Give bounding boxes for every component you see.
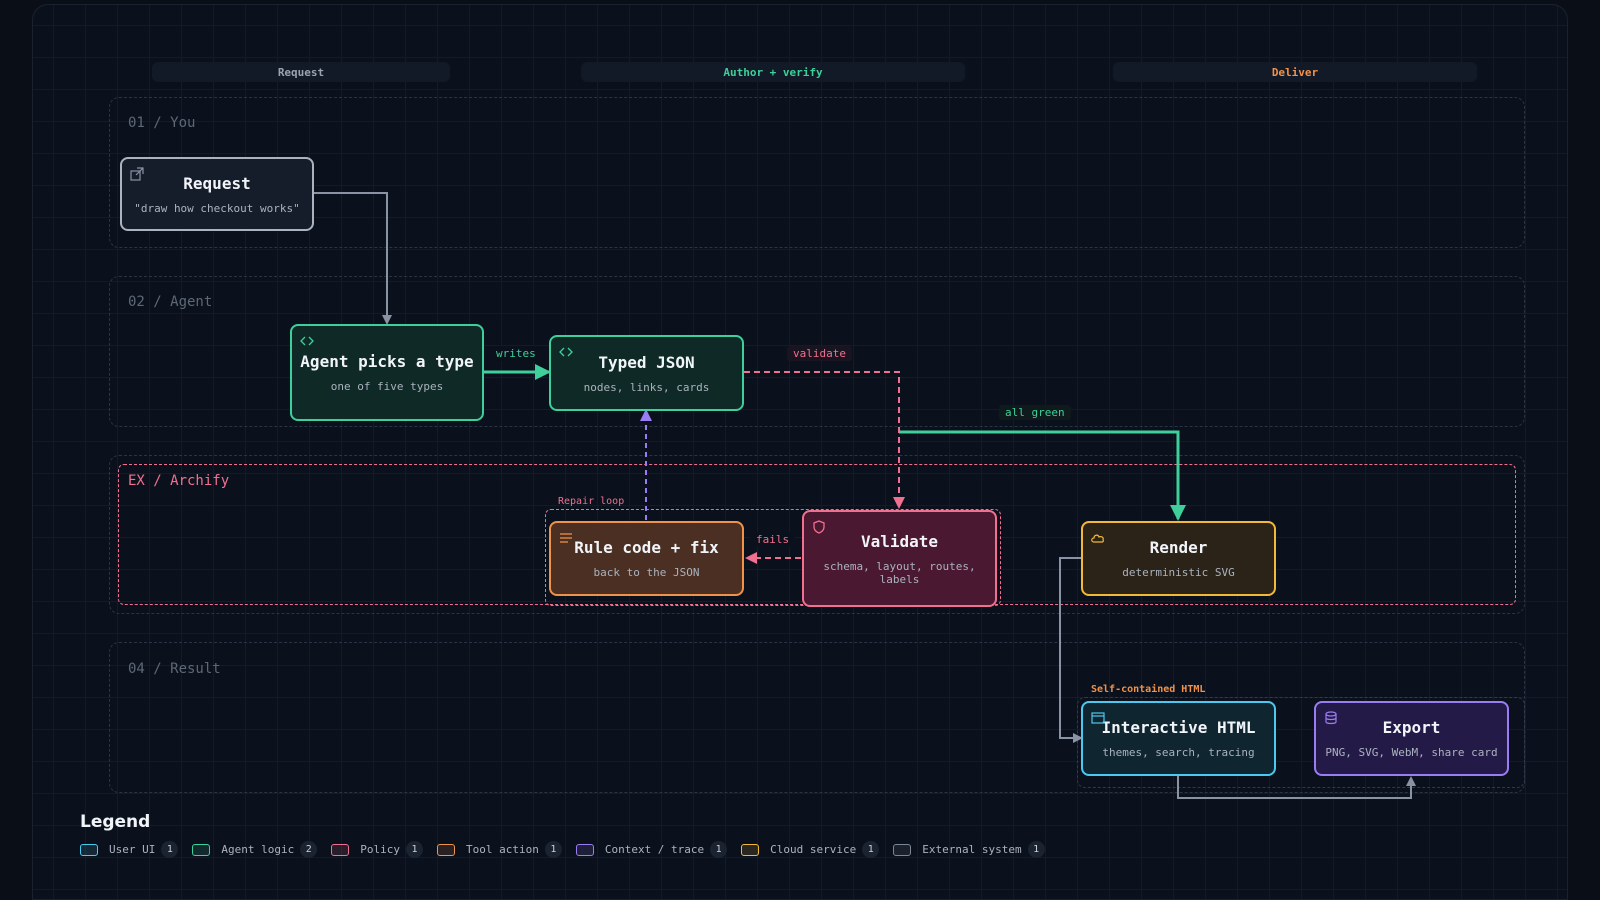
node-rule-subtitle: back to the JSON	[593, 566, 700, 579]
legend-label: Policy	[360, 843, 400, 856]
legend: User UI 1 Agent logic 2 Policy 1 Tool action 1 C…	[80, 841, 1059, 858]
legend-swatch	[893, 843, 912, 856]
node-render-title: Render	[1149, 538, 1208, 557]
edge-label-all-green: all green	[999, 405, 1071, 420]
node-interactive-html[interactable]: Interactive HTML themes, search, tracing	[1081, 701, 1276, 776]
node-validate-title: Validate	[860, 531, 939, 551]
node-render-subtitle: deterministic SVG	[1122, 566, 1235, 579]
node-request[interactable]: Request "draw how checkout works"	[120, 157, 314, 231]
legend-item: Policy 1	[331, 841, 423, 858]
node-rule-code-fix[interactable]: Rule code + fix back to the JSON	[549, 521, 744, 596]
legend-swatch	[331, 843, 350, 856]
legend-item: Context / trace 1	[575, 841, 728, 858]
legend-count-badge: 1	[161, 841, 179, 858]
legend-item: User UI 1	[80, 841, 179, 858]
code-icon	[300, 336, 314, 346]
window-icon	[1091, 712, 1105, 724]
legend-swatch	[436, 843, 455, 856]
shield-icon	[813, 520, 825, 534]
node-html-title: Interactive HTML	[1101, 718, 1256, 737]
node-validate-subtitle: schema, layout, routes, labels	[823, 559, 976, 586]
node-json-subtitle: nodes, links, cards	[583, 380, 710, 394]
node-agent-subtitle: one of five types	[330, 380, 444, 393]
node-typed-json[interactable]: Typed JSON nodes, links, cards	[549, 335, 744, 411]
node-export-title: Export	[1382, 718, 1441, 737]
column-header-request: Request	[152, 62, 450, 82]
lane-label-agent: 02 / Agent	[128, 294, 213, 310]
node-validate[interactable]: Validate schema, layout, routes, labels	[802, 510, 997, 607]
legend-count-badge: 1	[405, 841, 423, 858]
database-icon	[1325, 711, 1337, 725]
lane-you	[109, 97, 1525, 248]
legend-label: User UI	[109, 843, 156, 856]
legend-count-badge: 1	[862, 841, 880, 858]
node-render[interactable]: Render deterministic SVG	[1081, 521, 1276, 596]
node-request-title: Request	[183, 173, 251, 193]
legend-count-badge: 1	[710, 841, 728, 858]
legend-label: External system	[922, 843, 1022, 856]
repair-loop-label: Repair loop	[558, 496, 625, 507]
legend-item: External system 1	[893, 841, 1045, 858]
edge-label-fails: fails	[750, 532, 796, 547]
legend-label: Cloud service	[770, 843, 857, 856]
legend-item: Cloud service 1	[741, 841, 880, 858]
node-agent-title: Agent picks a type	[300, 352, 474, 371]
legend-swatch	[575, 843, 594, 856]
list-icon	[560, 533, 572, 543]
column-header-author-verify: Author + verify	[581, 62, 965, 82]
legend-swatch	[80, 843, 98, 856]
external-link-icon	[130, 167, 144, 181]
node-html-subtitle: themes, search, tracing	[1102, 746, 1255, 759]
lane-label-archify: EX / Archify	[128, 473, 230, 489]
legend-count-badge: 2	[300, 841, 318, 858]
code-icon	[559, 347, 573, 357]
node-export-subtitle: PNG, SVG, WebM, share card	[1325, 746, 1498, 759]
column-header-deliver: Deliver	[1113, 62, 1477, 82]
legend-count-badge: 1	[1027, 841, 1045, 858]
legend-label: Tool action	[465, 843, 539, 856]
cloud-icon	[1091, 534, 1105, 543]
legend-label: Context / trace	[604, 843, 705, 856]
legend-label: Agent logic	[221, 843, 295, 856]
legend-title: Legend	[80, 812, 151, 832]
node-request-subtitle: "draw how checkout works"	[134, 201, 300, 215]
node-export[interactable]: Export PNG, SVG, WebM, share card	[1314, 701, 1509, 776]
node-rule-title: Rule code + fix	[574, 538, 719, 557]
node-agent-picks-type[interactable]: Agent picks a type one of five types	[290, 324, 484, 421]
self-contained-label: Self-contained HTML	[1091, 684, 1206, 695]
edge-label-validate: validate	[787, 346, 852, 361]
lane-label-you: 01 / You	[128, 115, 196, 131]
lane-label-result: 04 / Result	[128, 661, 221, 677]
node-json-title: Typed JSON	[598, 352, 695, 372]
legend-count-badge: 1	[544, 841, 562, 858]
legend-item: Agent logic 2	[192, 841, 318, 858]
edge-label-writes: writes	[490, 346, 542, 361]
legend-swatch	[741, 843, 760, 856]
legend-swatch	[192, 843, 211, 856]
legend-item: Tool action 1	[436, 841, 562, 858]
